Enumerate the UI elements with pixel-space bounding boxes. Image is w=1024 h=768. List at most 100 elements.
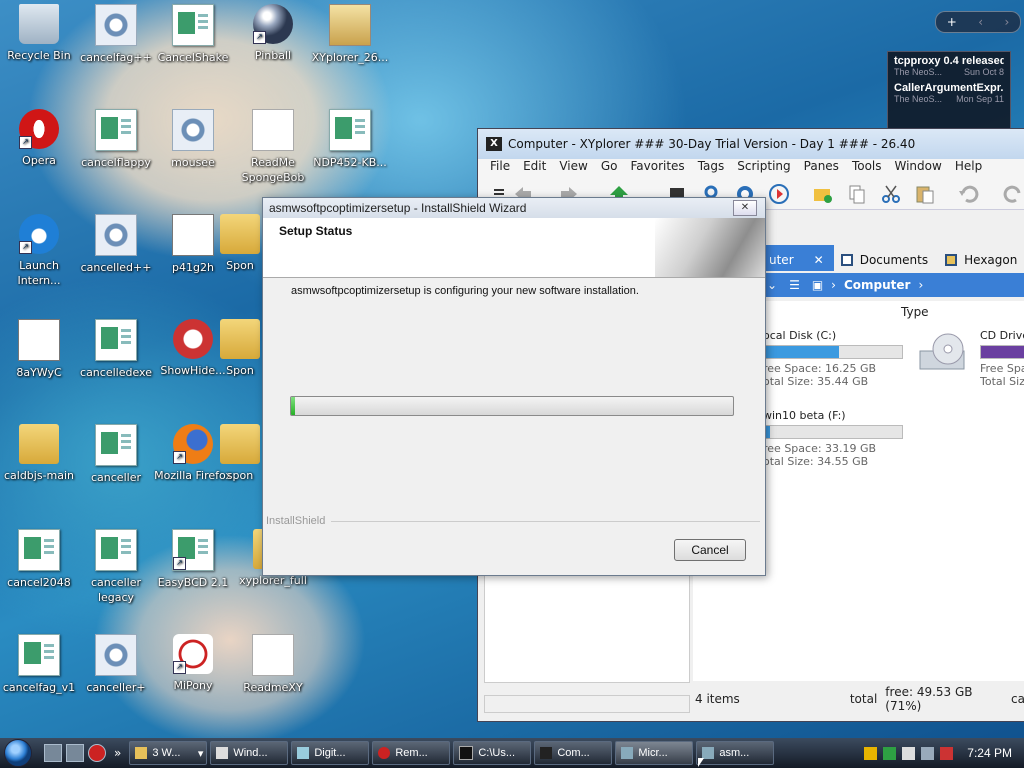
header-graphic [655, 218, 765, 277]
clock[interactable]: 7:24 PM [967, 746, 1012, 760]
desktop-icon-cancelshake[interactable]: CancelShake [154, 2, 232, 65]
shield-icon[interactable] [864, 746, 878, 760]
desktop-icon-spon-3[interactable]: spon [218, 422, 262, 483]
switch-windows-icon[interactable] [66, 744, 84, 762]
desktop-icon-cancelfag[interactable]: cancelfag++ [77, 2, 155, 65]
desktop-icon-cancelfag-v1[interactable]: cancelfag_v1 [0, 632, 78, 695]
desktop-icon-mipony[interactable]: ↗ MiPony [154, 632, 232, 693]
system-tray: 7:24 PM [864, 738, 1024, 768]
show-desktop-icon[interactable] [44, 744, 62, 762]
windows-orb-icon [4, 739, 32, 767]
task-label: Micr... [638, 747, 668, 759]
desktop-icon-readme-spongebob[interactable]: ReadMe SpongeBob [234, 107, 312, 185]
desktop-icon-cancel2048[interactable]: cancel2048 [0, 527, 78, 590]
tree-horizontal-scrollbar[interactable] [484, 695, 690, 713]
redo-icon[interactable] [1002, 183, 1024, 205]
desktop-icon-8aywyc[interactable]: 8aYWyC [0, 317, 78, 380]
task-button[interactable]: Micr... [615, 741, 694, 765]
gadget-prev-button[interactable]: ‹ [978, 15, 983, 29]
desktop-icon-readmexy[interactable]: ReadmeXY [234, 632, 312, 695]
volume-muted-icon[interactable] [940, 746, 954, 760]
desktop-icon-opera[interactable]: ↗ Opera [0, 107, 78, 168]
menu-go[interactable]: Go [601, 159, 618, 177]
desktop-icon-xyplorer-setup[interactable]: XYplorer_26... [311, 2, 389, 65]
menu-scripting[interactable]: Scripting [737, 159, 790, 177]
drive-item-cd[interactable]: CD Drive Free Spa Total Siz [980, 329, 1024, 388]
gear-app-icon [172, 109, 214, 151]
drive-total-size: otal Size: 35.44 GB [763, 375, 869, 388]
close-tab-icon[interactable]: ✕ [814, 253, 824, 267]
desktop-icon-spon-2[interactable]: Spon [218, 317, 262, 378]
desktop-icon-spon-1[interactable]: Spon [216, 212, 264, 273]
close-button[interactable]: ✕ [733, 200, 757, 216]
taskbar: » 3 W... ▾ Wind... Digit... Rem... C:\Us.… [0, 738, 1024, 768]
dialog-title-bar[interactable]: asmwsoftpcoptimizersetup - InstallShield… [263, 198, 765, 218]
desktop-icon-canceller-plus[interactable]: canceller+ [77, 632, 155, 695]
menu-edit[interactable]: Edit [523, 159, 546, 177]
gadget-add-button[interactable]: + [947, 15, 957, 29]
task-button[interactable]: asm... [696, 741, 775, 765]
tab-label: Hexagon [964, 253, 1018, 267]
cut-icon[interactable] [880, 183, 902, 205]
desktop-icon-mousee[interactable]: mousee [154, 107, 232, 170]
opera-quick-launch-icon[interactable] [88, 744, 106, 762]
chevron-down-icon[interactable]: ⌄ [767, 278, 777, 292]
desktop-icon-caldbjs-main[interactable]: caldbjs-main [0, 422, 78, 483]
xyplorer-logo-icon: X [486, 137, 502, 151]
desktop-icon-cancelflappy[interactable]: cancelflappy [77, 107, 155, 170]
copy-icon[interactable] [846, 183, 868, 205]
feed-item-source: The NeoS... [894, 67, 943, 77]
new-folder-icon[interactable] [812, 183, 834, 205]
menu-help[interactable]: Help [955, 159, 982, 177]
desktop-icon-canceller-legacy[interactable]: canceller legacy [77, 527, 155, 605]
desktop-icon-pinball[interactable]: ↗ Pinball [234, 2, 312, 63]
breadcrumb[interactable]: ⌄ ☰ ▣ › Computer › [763, 273, 1024, 297]
xyplorer-window-title: Computer - XYplorer ### 30-Day Trial Ver… [508, 137, 916, 151]
menu-file[interactable]: File [490, 159, 510, 177]
flag-icon[interactable] [902, 746, 916, 760]
breadcrumb-computer[interactable]: Computer [844, 278, 910, 292]
task-button[interactable]: Digit... [291, 741, 370, 765]
tab-documents[interactable]: Documents [834, 245, 938, 271]
desktop-icon-easybcd[interactable]: ↗ EasyBCD 2.1 [154, 527, 232, 590]
task-button[interactable]: Rem... [372, 741, 451, 765]
list-view-icon[interactable]: ☰ [789, 278, 800, 292]
drive-item-f[interactable]: win10 beta (F:) ree Space: 33.19 GB otal… [763, 409, 903, 468]
menu-tags[interactable]: Tags [698, 159, 725, 177]
desktop-icon-ndp452[interactable]: NDP452-KB... [311, 107, 389, 170]
cancel-button[interactable]: Cancel [674, 539, 746, 561]
drive-usage-fill [764, 346, 839, 358]
desktop-icon-internet-explorer[interactable]: ↗ Launch Intern... [0, 212, 78, 288]
tab-computer[interactable]: uter ✕ [763, 245, 834, 271]
desktop-icon-canceller[interactable]: canceller [77, 422, 155, 485]
gadget-next-button[interactable]: › [1004, 15, 1009, 29]
quick-launch-overflow-icon[interactable]: » [114, 746, 121, 760]
brand-label: InstallShield [266, 515, 326, 527]
menu-favorites[interactable]: Favorites [630, 159, 684, 177]
menu-panes[interactable]: Panes [804, 159, 839, 177]
desktop-icon-label: Recycle Bin [7, 49, 71, 62]
status-icon[interactable] [883, 746, 897, 760]
desktop-icon-cancelledexe[interactable]: cancelledexe [77, 317, 155, 380]
column-header-type[interactable]: Type [901, 305, 929, 319]
play-icon[interactable] [768, 183, 790, 205]
task-button-windows-explorer[interactable]: 3 W... ▾ [129, 741, 208, 765]
menu-window[interactable]: Window [895, 159, 942, 177]
mouse-cursor-icon [698, 758, 704, 767]
desktop-icon-recycle-bin[interactable]: Recycle Bin [0, 2, 78, 63]
task-button[interactable]: C:\Us... [453, 741, 532, 765]
drive-item-c[interactable]: ocal Disk (C:) ree Space: 16.25 GB otal … [763, 329, 903, 388]
desktop-icon-cancelled[interactable]: cancelled++ [77, 212, 155, 275]
task-button[interactable]: Wind... [210, 741, 289, 765]
network-icon[interactable] [921, 746, 935, 760]
tab-hexagon[interactable]: Hexagon [938, 245, 1024, 271]
menu-tools[interactable]: Tools [852, 159, 882, 177]
feed-item[interactable]: tcpproxy 0.4 released The NeoS... Sun Oct… [888, 52, 1010, 79]
paste-icon[interactable] [914, 183, 936, 205]
xyplorer-title-bar[interactable]: X Computer - XYplorer ### 30-Day Trial V… [478, 129, 1024, 159]
undo-icon[interactable] [958, 183, 980, 205]
task-button-xyplorer[interactable]: Com... [534, 741, 613, 765]
menu-view[interactable]: View [559, 159, 587, 177]
start-button[interactable] [0, 738, 36, 768]
feed-item[interactable]: CallerArgumentExpr... The NeoS... Mon Sep… [888, 79, 1010, 106]
